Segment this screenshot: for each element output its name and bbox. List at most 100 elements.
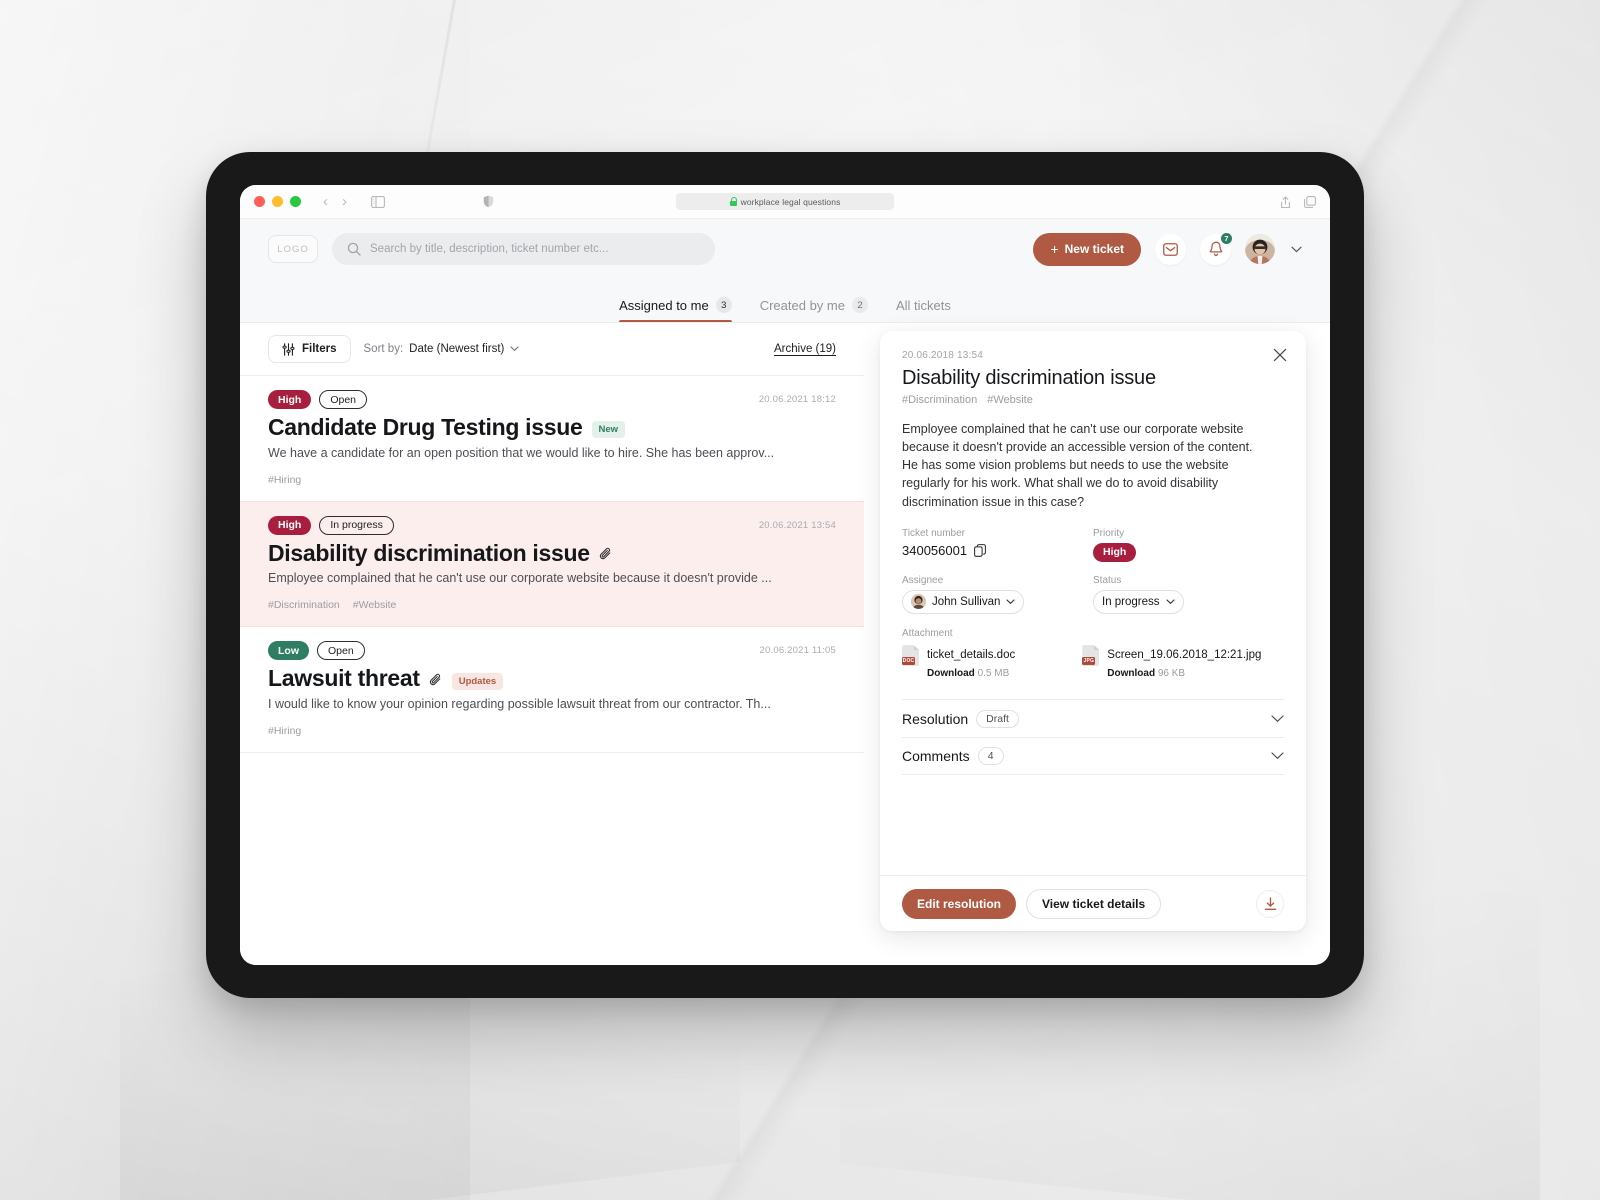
ticket-date: 20.06.2021 18:12 <box>758 394 836 405</box>
attachment-text: ticket_details.doc Download 0.5 MB <box>927 645 1056 681</box>
comments-count: 4 <box>977 747 1004 766</box>
share-icon[interactable] <box>1280 195 1291 209</box>
app-header: LOGO + New ticket <box>240 219 1330 279</box>
table-row[interactable]: High Open 20.06.2021 18:12 Candidate Dru… <box>240 376 864 502</box>
file-extension-label: JPG <box>1082 657 1096 666</box>
notifications-button[interactable]: 7 <box>1200 231 1233 265</box>
status-badge-updates: Updates <box>451 672 504 690</box>
close-icon[interactable] <box>1272 347 1290 365</box>
ticket-meta-row: Low Open 20.06.2021 11:05 <box>268 641 836 661</box>
tab-bar: Assigned to me 3 Created by me 2 All tic… <box>240 279 1330 323</box>
ticket-list: High Open 20.06.2021 18:12 Candidate Dru… <box>240 375 864 753</box>
edit-resolution-button[interactable]: Edit resolution <box>902 888 1016 919</box>
accordion-comments[interactable]: Comments 4 <box>902 737 1284 776</box>
attachment-filename: ticket_details.doc <box>927 649 1016 662</box>
ticket-date: 20.06.2021 13:54 <box>758 519 836 531</box>
assignee-select[interactable]: John Sullivan <box>902 589 1025 614</box>
search-bar[interactable] <box>332 233 715 265</box>
table-row[interactable]: High In progress 20.06.2021 13:54 Disabi… <box>240 500 864 628</box>
table-row[interactable]: Low Open 20.06.2021 11:05 Lawsuit threat <box>240 627 864 753</box>
search-input[interactable] <box>370 243 700 255</box>
address-bar[interactable]: workplace legal questions <box>676 193 894 210</box>
download-link[interactable]: Download <box>1107 668 1155 679</box>
app-logo[interactable]: LOGO <box>268 235 318 263</box>
ticket-meta-row: High Open 20.06.2021 18:12 <box>268 390 836 409</box>
jpg-file-icon: JPG <box>1082 645 1100 667</box>
ticket-tag: #Website <box>352 599 397 612</box>
attachment-size: 96 KB <box>1157 668 1186 680</box>
filters-icon <box>282 342 295 356</box>
status-value: In progress <box>1102 595 1160 608</box>
field-label: Assignee <box>902 574 944 586</box>
field-label: Status <box>1093 574 1122 586</box>
attachment-item[interactable]: JPG Screen_19.06.2018_12:21.jpg Download… <box>1082 645 1284 681</box>
mail-button[interactable] <box>1155 233 1186 265</box>
filters-label: Filters <box>302 343 337 355</box>
chevron-down-icon <box>1271 715 1284 723</box>
sort-by-control[interactable]: Sort by: Date (Newest first) <box>364 343 520 355</box>
minimize-window-button[interactable] <box>272 196 283 207</box>
ticket-detail-footer: Edit resolution View ticket details <box>880 875 1306 931</box>
address-bar-text: workplace legal questions <box>740 196 841 207</box>
tab-assigned-to-me[interactable]: Assigned to me 3 <box>619 297 732 322</box>
tab-created-by-me[interactable]: Created by me 2 <box>760 297 868 322</box>
window-traffic-lights <box>254 196 301 207</box>
field-value-row: High <box>1093 542 1284 562</box>
detail-accordion: Resolution Draft Comments 4 <box>902 699 1284 776</box>
new-ticket-label: New ticket <box>1064 242 1124 256</box>
ticket-tag: #Discrimination <box>268 599 340 612</box>
shield-icon[interactable] <box>483 195 494 208</box>
scene-background: ‹ › workplace legal questions LOGO Searc… <box>0 0 1600 1200</box>
sort-prefix: Sort by: <box>363 343 404 355</box>
app-body: Filters Sort by: Date (Newest first) Arc… <box>240 323 1330 965</box>
ticket-tags: #Hiring <box>268 725 836 737</box>
new-tab-icon[interactable] <box>1304 196 1316 208</box>
bell-icon <box>1209 241 1223 257</box>
sidebar-toggle-icon[interactable] <box>371 195 385 208</box>
ticket-tag: #Hiring <box>268 473 302 486</box>
status-select[interactable]: In progress <box>1093 589 1184 614</box>
tab-all-tickets[interactable]: All tickets <box>896 298 951 322</box>
field-priority: Priority High <box>1093 528 1284 562</box>
copy-icon[interactable] <box>974 543 987 557</box>
ticket-title-row: Lawsuit threat Updates <box>268 665 836 692</box>
attachment-item[interactable]: DOC ticket_details.doc Download 0.5 MB <box>902 645 1056 681</box>
archive-link[interactable]: Archive (19) <box>774 343 836 355</box>
new-ticket-button[interactable]: + New ticket <box>1033 232 1141 266</box>
ticket-title-row: Candidate Drug Testing issue New <box>268 414 836 441</box>
forward-icon[interactable]: › <box>342 194 347 209</box>
close-window-button[interactable] <box>254 196 265 207</box>
filters-button[interactable]: Filters <box>268 335 351 363</box>
ticket-detail-column: 20.06.2018 13:54 Disability discriminati… <box>864 323 1330 965</box>
ticket-snippet: Employee complained that he can't use ou… <box>268 571 772 586</box>
ticket-tag: #Website <box>987 394 1033 406</box>
chevron-down-icon[interactable] <box>1291 246 1302 253</box>
priority-badge: Low <box>268 641 309 661</box>
browser-toolbar: ‹ › workplace legal questions <box>240 185 1330 219</box>
field-assignee: Assignee John Sullivan <box>902 575 1093 615</box>
status-badge: Open <box>319 390 368 409</box>
avatar[interactable] <box>1245 234 1275 264</box>
download-button[interactable] <box>1256 889 1284 918</box>
field-ticket-number: Ticket number 340056001 <box>902 528 1093 562</box>
avatar <box>911 594 926 610</box>
browser-navigation: ‹ › <box>323 194 347 209</box>
accordion-resolution[interactable]: Resolution Draft <box>902 699 1284 737</box>
tab-label: All tickets <box>895 298 951 313</box>
ticket-fields-grid: Ticket number 340056001 Priority High As… <box>902 528 1284 615</box>
ticket-title-row: Disability discrimination issue <box>268 540 836 567</box>
plus-icon: + <box>1050 241 1059 257</box>
maximize-window-button[interactable] <box>290 196 301 207</box>
ticket-description: Employee complained that he can't use ou… <box>902 422 1253 509</box>
ticket-detail-body: 20.06.2018 13:54 Disability discriminati… <box>880 331 1306 875</box>
attachment-icon <box>599 546 613 561</box>
chevron-down-icon <box>510 346 519 352</box>
download-link[interactable]: Download <box>927 668 975 679</box>
ticket-title: Lawsuit threat <box>268 665 420 692</box>
tab-label: Assigned to me <box>619 297 709 313</box>
attachment-filename: Screen_19.06.2018_12:21.jpg <box>1107 649 1262 662</box>
back-icon[interactable]: ‹ <box>323 194 328 209</box>
tab-count: 2 <box>851 297 868 313</box>
attachment-size: 0.5 MB <box>977 668 1010 680</box>
view-ticket-details-button[interactable]: View ticket details <box>1026 888 1162 919</box>
